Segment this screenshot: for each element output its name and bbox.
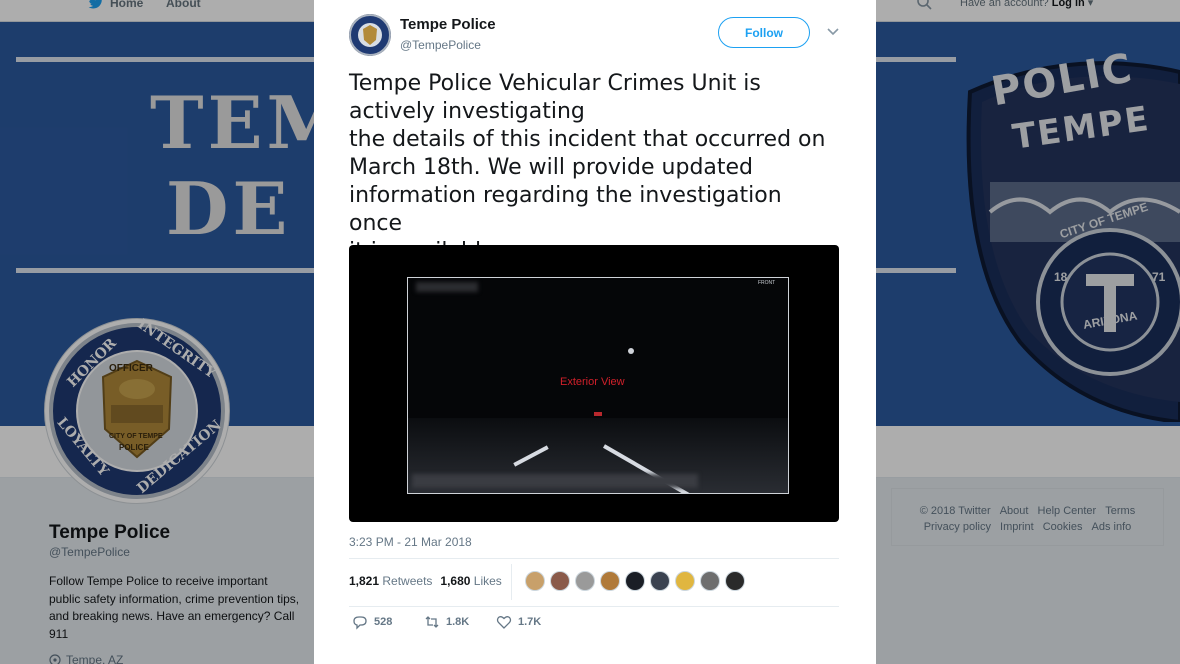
reply-count: 528 [374, 616, 393, 628]
stats-separator [511, 564, 512, 600]
badge-avatar-graphic [349, 14, 391, 56]
liker-avatar[interactable] [725, 571, 745, 591]
video-corner-label: FRONT [758, 280, 776, 286]
tweet-modal: Tempe Police @TempePolice Follow Tempe P… [314, 0, 876, 664]
chevron-down-icon[interactable] [826, 25, 840, 39]
divider [349, 558, 839, 559]
retweet-count: 1.8K [446, 616, 470, 628]
tweet-timestamp[interactable]: 3:23 PM - 21 Mar 2018 [349, 535, 472, 549]
tweet-stats: 1,821 Retweets 1,680 Likes [349, 574, 502, 588]
like-count: 1.7K [518, 616, 542, 628]
tweet-actions: 528 1.8K 1.7K [352, 614, 568, 630]
likes-stat[interactable]: 1,680 Likes [440, 574, 501, 588]
retweets-count: 1,821 [349, 574, 380, 588]
liker-avatar[interactable] [525, 571, 545, 591]
likes-count: 1,680 [440, 574, 471, 588]
tweet-author-handle[interactable]: @TempePolice [400, 38, 481, 52]
page: Home About Have an account? Log in ▾ TEM… [0, 0, 1180, 664]
video-blurred-caption-bottom [412, 474, 698, 488]
divider [349, 606, 839, 607]
tweet-author-avatar[interactable] [349, 14, 391, 56]
video-street-light [628, 348, 634, 354]
tweet-text: Tempe Police Vehicular Crimes Unit is ac… [349, 71, 826, 264]
retweets-label: Retweets [382, 574, 433, 588]
retweets-stat[interactable]: 1,821 Retweets [349, 574, 432, 588]
video-tail-lights [594, 412, 602, 416]
liker-avatar[interactable] [700, 571, 720, 591]
liker-avatar[interactable] [550, 571, 570, 591]
liker-avatar[interactable] [625, 571, 645, 591]
heart-icon [496, 616, 512, 629]
liker-avatar[interactable] [650, 571, 670, 591]
retweet-button[interactable]: 1.8K [424, 614, 496, 630]
video-overlay-label: Exterior View [560, 376, 625, 388]
likes-label: Likes [473, 574, 502, 588]
video-blurred-caption-top [416, 282, 478, 292]
tweet-video[interactable]: Exterior View FRONT [349, 245, 839, 522]
retweet-icon [425, 616, 439, 628]
reply-icon [353, 616, 367, 630]
video-frame: Exterior View FRONT [407, 277, 789, 494]
liker-avatar[interactable] [675, 571, 695, 591]
liker-avatar[interactable] [575, 571, 595, 591]
reply-button[interactable]: 528 [352, 614, 424, 630]
liker-avatar[interactable] [600, 571, 620, 591]
follow-button[interactable]: Follow [718, 17, 810, 48]
tweet-author-name[interactable]: Tempe Police [400, 16, 496, 33]
liker-avatars [525, 571, 745, 591]
like-button[interactable]: 1.7K [496, 614, 568, 630]
